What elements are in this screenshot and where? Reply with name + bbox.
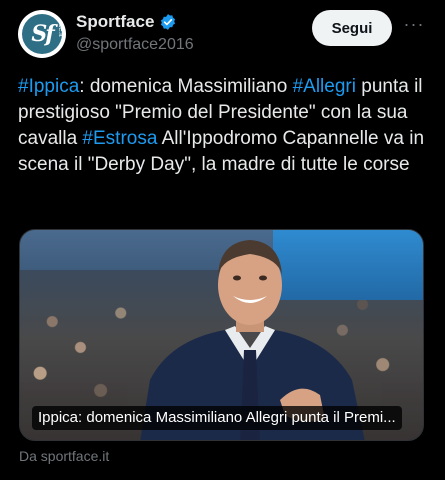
verified-badge-icon bbox=[161, 14, 176, 30]
avatar[interactable]: Sf ace.it bbox=[18, 10, 66, 58]
tweet-text-segment: : domenica Massimiliano bbox=[79, 76, 293, 97]
link-card[interactable]: Ippica: domenica Massimiliano Allegri pu… bbox=[19, 229, 424, 441]
hashtag-link[interactable]: #Estrosa bbox=[82, 128, 157, 149]
link-card-caption: Ippica: domenica Massimiliano Allegri pu… bbox=[32, 406, 402, 430]
hashtag-link[interactable]: #Ippica bbox=[18, 76, 79, 97]
handle[interactable]: @sportface2016 bbox=[76, 36, 194, 54]
name-row: Sportface bbox=[76, 12, 177, 32]
follow-button[interactable]: Segui bbox=[312, 10, 392, 46]
avatar-logo: Sf bbox=[22, 14, 62, 54]
avatar-logo-text: Sf bbox=[31, 21, 54, 47]
display-name[interactable]: Sportface bbox=[76, 12, 154, 32]
tweet-header: Sf ace.it Sportface @sportface2016 Segui… bbox=[18, 8, 428, 60]
avatar-logo-small-text: ace.it bbox=[57, 20, 64, 37]
hashtag-link[interactable]: #Allegri bbox=[293, 76, 356, 97]
tweet-text: #Ippica: domenica Massimiliano #Allegri … bbox=[18, 74, 428, 178]
link-source[interactable]: Da sportface.it bbox=[19, 448, 109, 464]
more-icon[interactable]: ··· bbox=[402, 15, 426, 36]
